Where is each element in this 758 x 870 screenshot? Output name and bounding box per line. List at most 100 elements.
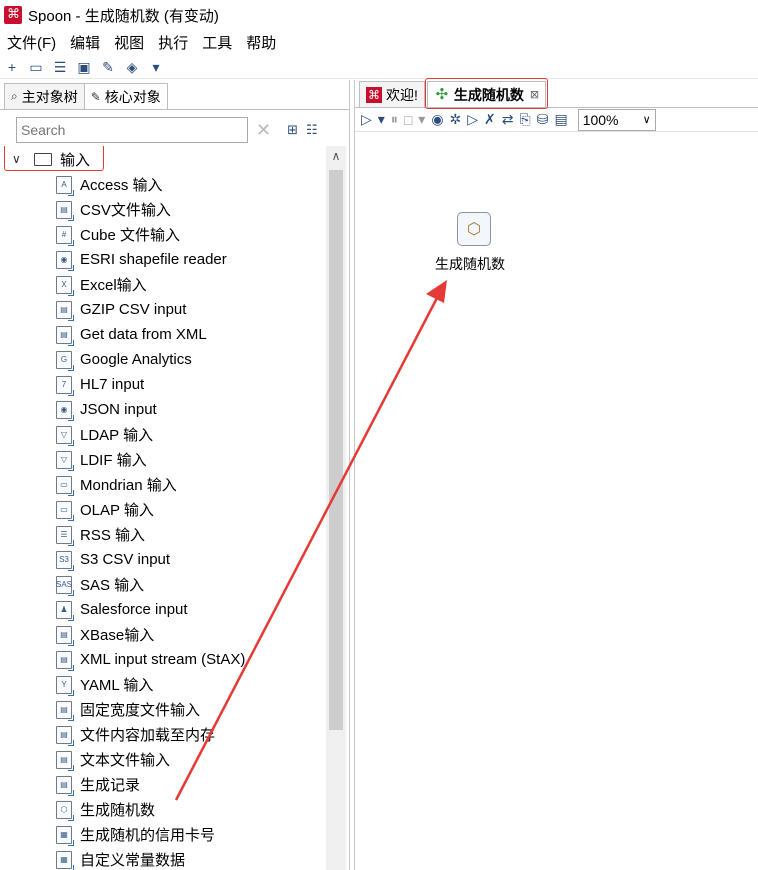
menu-view[interactable]: 视图 <box>107 32 151 53</box>
step-type-icon: ▤ <box>56 700 74 721</box>
save-icon[interactable]: ▣ <box>75 58 93 76</box>
menu-run[interactable]: 执行 <box>151 32 195 53</box>
tab-label: 主对象树 <box>21 88 78 105</box>
menu-help[interactable]: 帮助 <box>239 32 283 53</box>
step-label: SAS 输入 <box>80 577 145 594</box>
tree-step-item[interactable]: # Cube 文件输入 <box>4 222 326 247</box>
align-icon[interactable]: ▤ <box>554 111 567 128</box>
tree-step-item[interactable]: ▤ CSV文件输入 <box>4 197 326 222</box>
random-number-step-icon[interactable]: ⬡ <box>457 212 491 246</box>
tree-step-item[interactable]: ▭ OLAP 输入 <box>4 497 326 522</box>
step-label: 生成随机的信用卡号 <box>80 827 216 844</box>
right-panel: ⌘ 欢迎! ✣ 生成随机数 ⊠ ▷ ▾ ⏸ □ ▾ ◉ ✲ ▷ ✗ ⇄ ⎘ ⛁ … <box>354 78 758 870</box>
tree-step-item[interactable]: G Google Analytics <box>4 347 326 372</box>
zoom-value: 100% <box>582 111 619 128</box>
tree-step-item[interactable]: ◉ JSON input <box>4 397 326 422</box>
new-file-icon[interactable]: + <box>3 58 21 76</box>
zoom-select[interactable]: 100% ∨ <box>577 108 656 131</box>
tree-step-item[interactable]: ⬡ 生成随机数 <box>4 793 326 826</box>
tree-step-item[interactable]: ▤ 生成记录 <box>4 772 326 797</box>
transformation-canvas[interactable]: ⬡ 生成随机数 <box>355 134 758 870</box>
save-as-icon[interactable]: ✎ <box>99 58 117 76</box>
clear-icon[interactable]: ✕ <box>256 120 271 141</box>
tree-step-item[interactable]: ▤ XBase输入 <box>4 622 326 647</box>
debug-icon[interactable]: ✲ <box>450 111 462 128</box>
sql-icon[interactable]: ⎘ <box>520 111 531 128</box>
step-type-icon: G <box>56 350 74 371</box>
step-type-icon: ▤ <box>56 650 74 671</box>
tree-step-item[interactable]: ♟ Salesforce input <box>4 597 326 622</box>
tree-step-item[interactable]: ▤ XML input stream (StAX) <box>4 647 326 672</box>
step-label: Cube 文件输入 <box>80 227 181 244</box>
tree-step-item[interactable]: ▭ Mondrian 输入 <box>4 472 326 497</box>
open-folder-icon[interactable]: ▭ <box>27 58 45 76</box>
dropdown-arrow-icon[interactable]: ▾ <box>418 111 425 128</box>
run-icon[interactable]: ▷ <box>361 111 372 128</box>
search-input[interactable] <box>16 117 248 143</box>
step-label: 文件内容加载至内存 <box>80 727 216 744</box>
tree-step-item[interactable]: ▽ LDIF 输入 <box>4 447 326 472</box>
search-row: ✕ ⊞ ☷ <box>16 116 346 144</box>
layers-icon[interactable]: ◈ <box>123 58 141 76</box>
menu-edit[interactable]: 编辑 <box>63 32 107 53</box>
tree-step-item[interactable]: ▤ Get data from XML <box>4 322 326 347</box>
tree-step-item[interactable]: S3 S3 CSV input <box>4 547 326 572</box>
step-label: Google Analytics <box>80 351 192 368</box>
tree-folder-input[interactable]: ∨ 输入 <box>4 146 326 172</box>
preview-icon[interactable]: ◉ <box>431 111 443 128</box>
step-label: JSON input <box>80 401 157 418</box>
tree-step-item[interactable]: Y YAML 输入 <box>4 672 326 697</box>
step-type-icon: ▤ <box>56 750 74 771</box>
tab-welcome[interactable]: ⌘ 欢迎! <box>359 81 425 107</box>
tree-step-item[interactable]: ▤ 文本文件输入 <box>4 747 326 772</box>
step-label: XBase输入 <box>80 627 155 644</box>
scroll-up-icon[interactable]: ∧ <box>326 146 346 166</box>
collapse-all-icon[interactable]: ☷ <box>306 122 318 138</box>
replay-icon[interactable]: ▷ <box>467 111 478 128</box>
step-type-icon: ▦ <box>56 850 74 870</box>
tree-scrollbar[interactable]: ∧ <box>326 146 346 870</box>
step-type-icon: ▽ <box>56 450 74 471</box>
tree-step-item[interactable]: 7 HL7 input <box>4 372 326 397</box>
tree-step-item[interactable]: A Access 输入 <box>4 172 326 197</box>
pause-icon[interactable]: ⏸ <box>391 111 398 128</box>
impact-icon[interactable]: ⇄ <box>502 111 514 128</box>
tree-step-item[interactable]: ▤ GZIP CSV input <box>4 297 326 322</box>
tab-core-objects[interactable]: ✎ 核心对象 <box>83 83 168 109</box>
dropdown-arrow-icon[interactable]: ▾ <box>378 111 385 128</box>
tree-step-item[interactable]: ▦ 自定义常量数据 <box>4 847 326 870</box>
tree-step-item[interactable]: ▽ LDAP 输入 <box>4 422 326 447</box>
step-label: Salesforce input <box>80 601 188 618</box>
tree-step-item[interactable]: SAS SAS 输入 <box>4 572 326 597</box>
step-type-icon: ♟ <box>56 600 74 621</box>
tree-step-item[interactable]: ▤ 文件内容加载至内存 <box>4 722 326 747</box>
step-label: Get data from XML <box>80 326 207 343</box>
step-type-icon: ▦ <box>56 825 74 846</box>
step-label: 自定义常量数据 <box>80 852 186 869</box>
scrollbar-thumb[interactable] <box>329 170 343 730</box>
step-type-icon: ▽ <box>56 425 74 446</box>
chevron-down-icon: ∨ <box>642 114 651 126</box>
step-type-icon: ▭ <box>56 500 74 521</box>
tab-transformation[interactable]: ✣ 生成随机数 ⊠ <box>424 78 549 109</box>
tree-step-item[interactable]: X Excel输入 <box>4 272 326 297</box>
stop-icon[interactable]: □ <box>404 112 412 128</box>
step-label: Mondrian 输入 <box>80 477 177 494</box>
step-label: RSS 输入 <box>80 527 146 544</box>
tree-step-item[interactable]: ▦ 生成随机的信用卡号 <box>4 822 326 847</box>
tree-step-item[interactable]: ▤ 固定宽度文件输入 <box>4 697 326 722</box>
dropdown-arrow-icon[interactable]: ▾ <box>147 58 165 76</box>
explore-db-icon[interactable]: ⛁ <box>537 111 549 128</box>
step-type-icon: ▤ <box>56 775 74 796</box>
tab-label: 核心对象 <box>104 88 161 105</box>
tree-step-item[interactable]: ☰ RSS 输入 <box>4 522 326 547</box>
step-type-icon: ▭ <box>56 475 74 496</box>
explore-repository-icon[interactable]: ☰ <box>51 58 69 76</box>
menu-file[interactable]: 文件(F) <box>0 32 63 53</box>
verify-icon[interactable]: ✗ <box>484 111 496 128</box>
tree-step-item[interactable]: ◉ ESRI shapefile reader <box>4 247 326 272</box>
menu-tools[interactable]: 工具 <box>195 32 239 53</box>
expand-all-icon[interactable]: ⊞ <box>287 122 298 138</box>
tab-main-object-tree[interactable]: ⌕ 主对象树 <box>4 83 85 109</box>
step-label: 生成记录 <box>80 777 141 794</box>
